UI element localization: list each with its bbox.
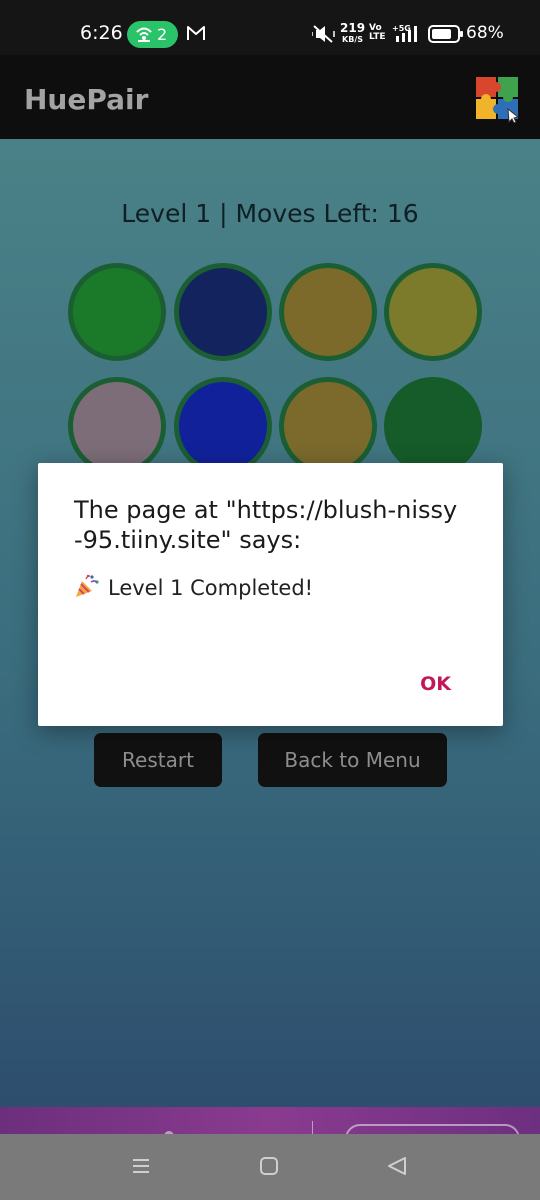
gmail-icon: [187, 26, 205, 40]
restart-button[interactable]: Restart: [94, 733, 222, 787]
net-speed: 219 KB/S: [340, 21, 366, 45]
vibrate-mute-icon: [312, 25, 335, 43]
color-circle-7[interactable]: [279, 377, 377, 475]
color-circle-3[interactable]: [279, 263, 377, 361]
bottom-banner: [0, 1107, 540, 1154]
app-title: HuePair: [24, 83, 149, 116]
dialog-title-line1: The page at "https://blush-nissy: [74, 496, 458, 524]
color-circle-2[interactable]: [174, 263, 272, 361]
status-bar: 6:26 2 219 KB/S Vo LTE +5G 68%: [0, 0, 540, 55]
alert-dialog: The page at "https://blush-nissy -95.tii…: [38, 463, 503, 726]
status-icons: 219 KB/S Vo LTE +5G 68%: [300, 0, 540, 55]
color-grid: [68, 263, 488, 483]
color-circle-5[interactable]: [68, 377, 166, 475]
app-bar: HuePair: [0, 55, 540, 139]
hotspot-icon: [136, 27, 152, 42]
system-nav-bar: [0, 1134, 540, 1200]
volte-indicator: Vo LTE: [369, 24, 386, 42]
puzzle-icon[interactable]: [474, 75, 522, 123]
back-to-menu-button[interactable]: Back to Menu: [258, 733, 447, 787]
recent-apps-icon[interactable]: [131, 1156, 151, 1176]
color-circle-1[interactable]: [68, 263, 166, 361]
dialog-title-line2: -95.tiiny.site" says:: [74, 526, 302, 554]
color-circle-4[interactable]: [384, 263, 482, 361]
hotspot-count: 2: [157, 25, 168, 44]
color-circle-8[interactable]: [384, 377, 482, 475]
battery-icon: [428, 25, 463, 43]
net-speed-value: 219: [340, 21, 366, 35]
party-popper-icon: [76, 574, 99, 597]
level-status: Level 1 | Moves Left: 16: [121, 199, 419, 228]
battery-percent: 68%: [466, 23, 504, 43]
hotspot-indicator: 2: [127, 21, 178, 48]
banner-divider: [312, 1121, 313, 1134]
color-circle-6[interactable]: [174, 377, 272, 475]
dialog-message-text: Level 1 Completed!: [108, 576, 314, 600]
net-speed-unit: KB/S: [342, 35, 364, 44]
signal-5g-icon: +5G: [392, 24, 417, 42]
ok-button[interactable]: OK: [420, 673, 451, 695]
status-time: 6:26: [80, 22, 123, 44]
back-icon[interactable]: [387, 1156, 407, 1176]
volte-line2: LTE: [369, 32, 386, 42]
dialog-title: The page at "https://blush-nissy -95.tii…: [74, 495, 474, 555]
dialog-message: Level 1 Completed!: [74, 573, 313, 600]
home-icon[interactable]: [259, 1156, 279, 1176]
